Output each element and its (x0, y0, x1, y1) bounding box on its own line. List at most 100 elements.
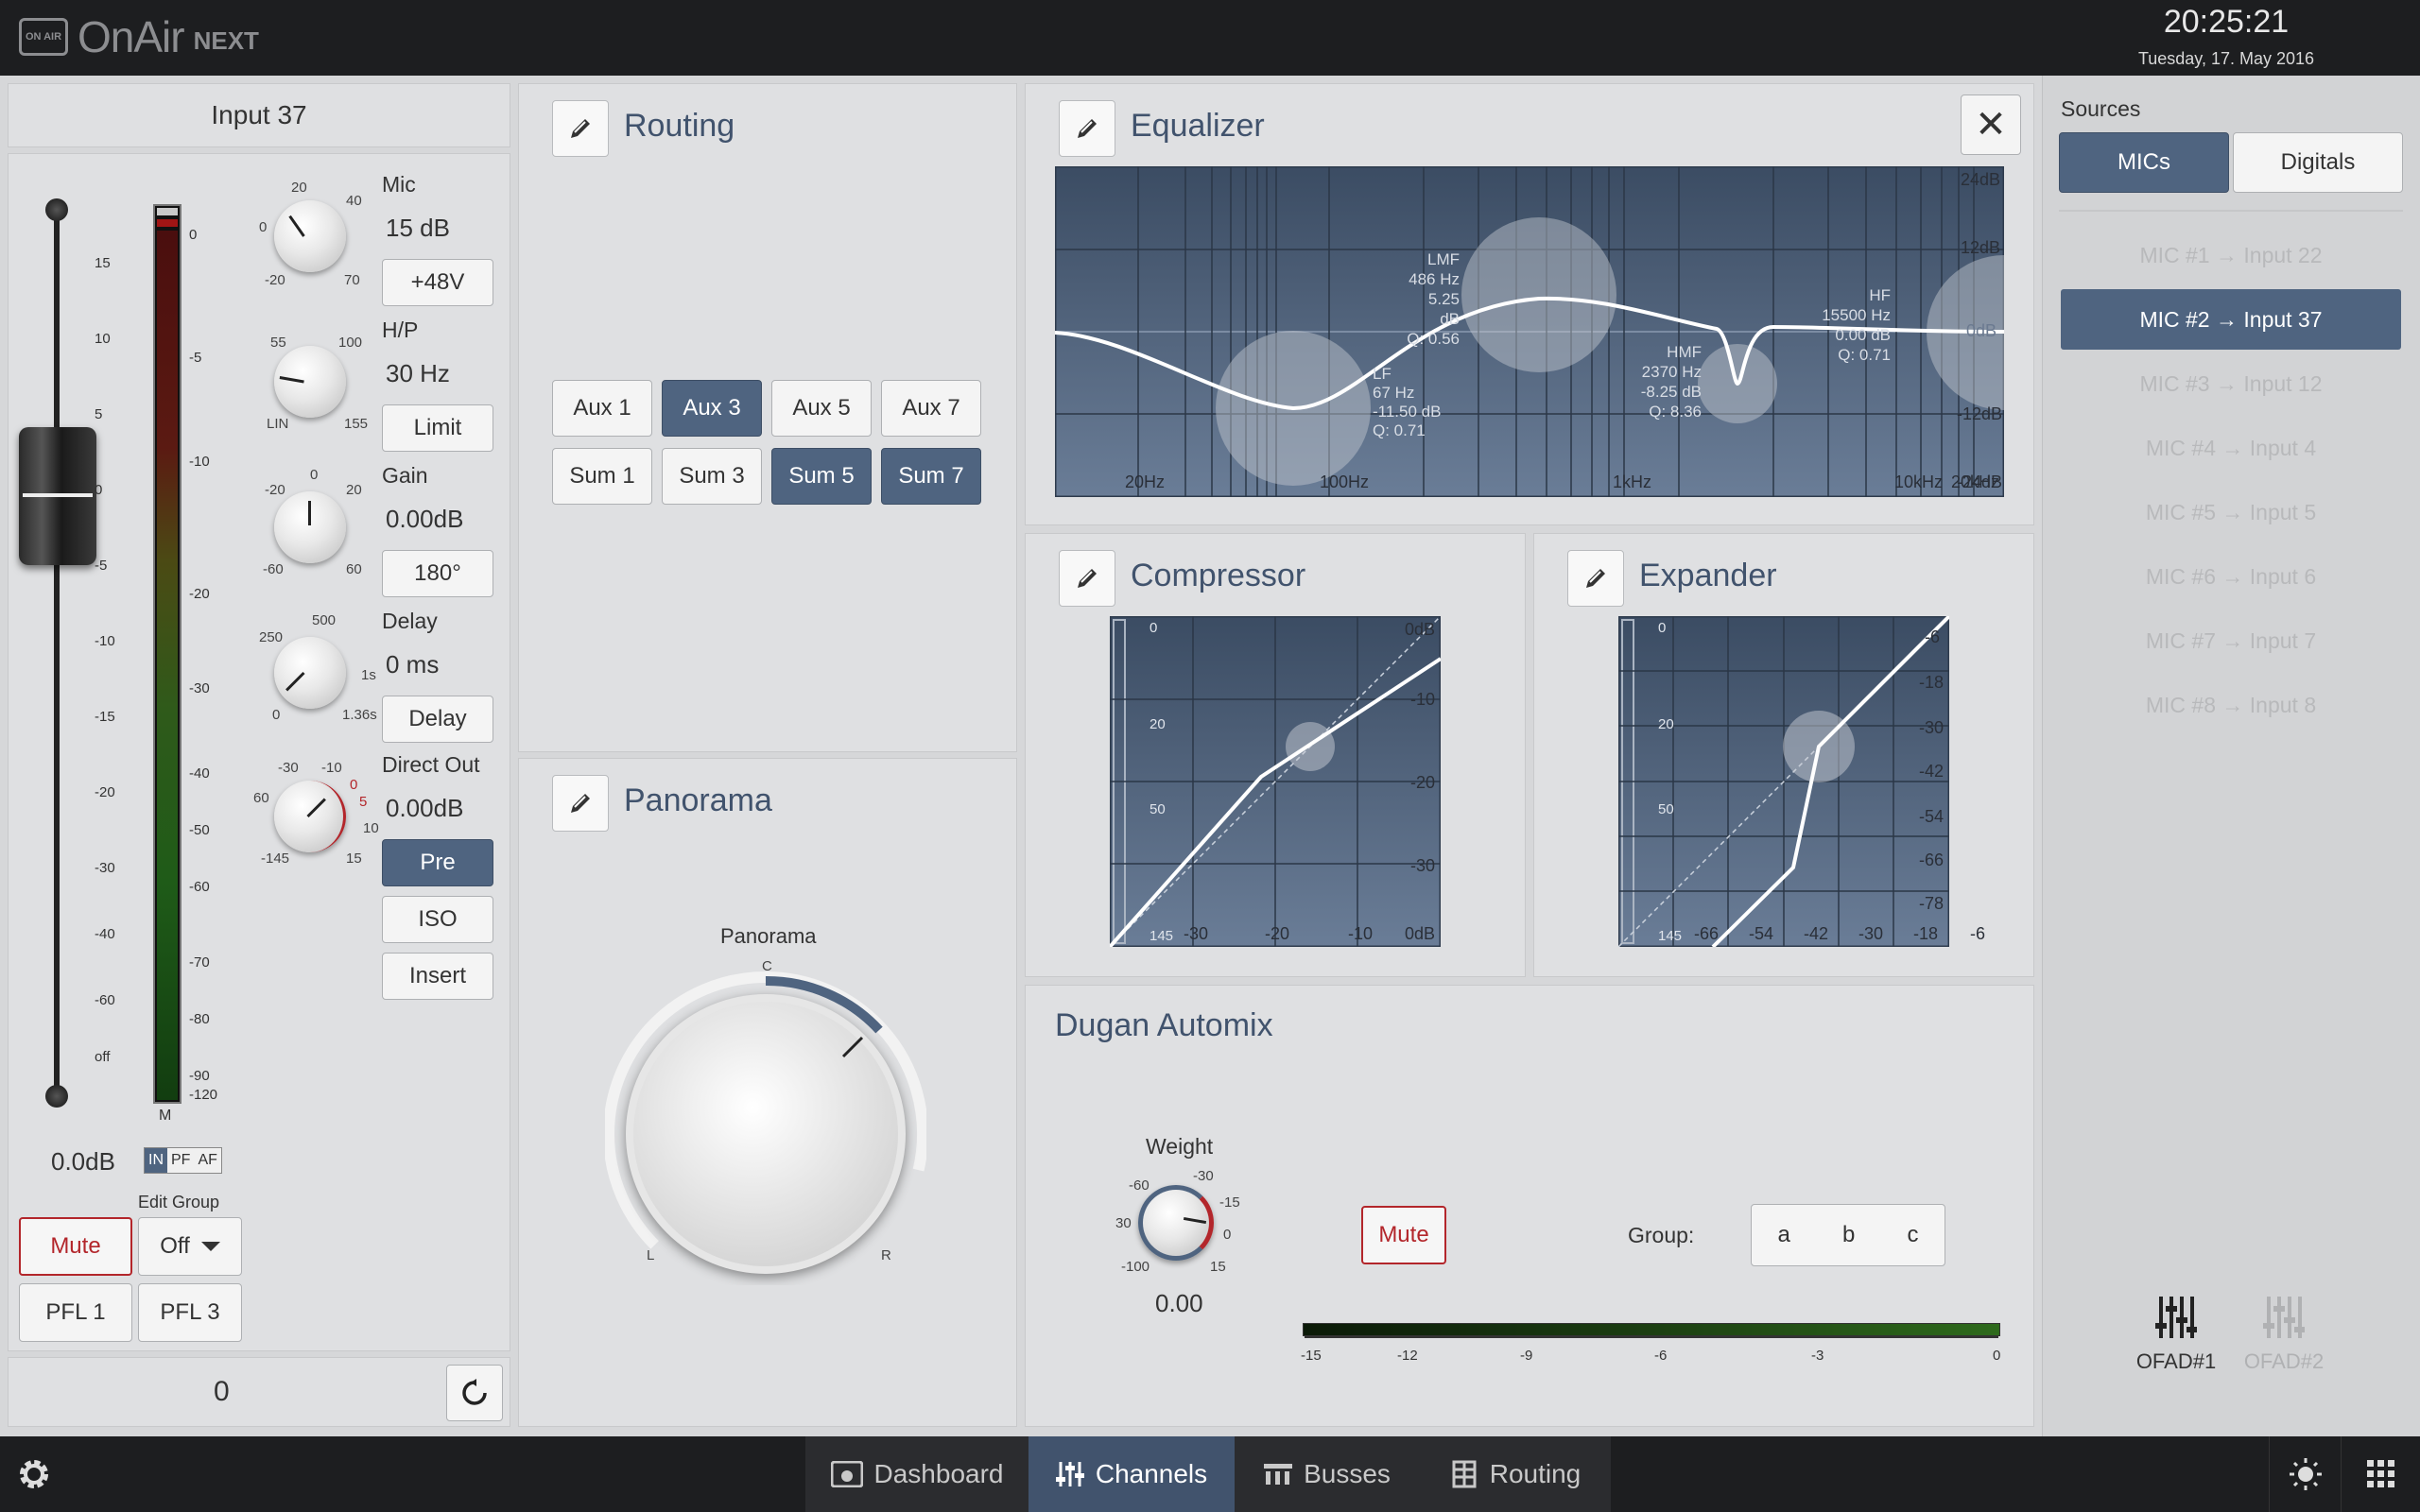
mic-tick: 0 (259, 219, 268, 235)
eq-band-hmf-info[interactable]: HMF 2370 Hz -8.25 dB Q: 8.36 (1634, 342, 1702, 421)
tab-routing[interactable]: Routing (1420, 1436, 1611, 1512)
routing-edit-button[interactable] (552, 100, 609, 157)
iso-button[interactable]: ISO (382, 896, 493, 943)
meter-mode-group[interactable]: IN PF AF (144, 1147, 222, 1174)
limit-button[interactable]: Limit (382, 404, 493, 452)
fader-scale-label: 10 (95, 331, 111, 347)
direct-out-knob[interactable] (274, 781, 346, 852)
source-item[interactable]: MIC #7 → Input 7 (2061, 610, 2401, 671)
weight-knob[interactable] (1138, 1185, 1214, 1261)
meter-scale-label: -50 (189, 822, 210, 838)
hp-tick: 100 (338, 335, 363, 351)
settings-button[interactable] (0, 1436, 68, 1512)
fader-scale: 15 10 5 0 -5 -10 -15 -20 -30 -40 -60 off (95, 236, 142, 1068)
edit-group-select[interactable]: Off (138, 1217, 242, 1276)
expander-bottom-scale: -30 (1858, 924, 1884, 943)
compressor-title: Compressor (1131, 558, 1306, 593)
sources-title: Sources (2061, 96, 2141, 121)
insert-button[interactable]: Insert (382, 953, 493, 1000)
routing-sum1-button[interactable]: Sum 1 (552, 448, 652, 505)
source-item[interactable]: MIC #6 → Input 6 (2061, 546, 2401, 607)
source-item[interactable]: MIC #4 → Input 4 (2061, 418, 2401, 478)
delay-button[interactable]: Delay (382, 696, 493, 743)
routing-sum5-button[interactable]: Sum 5 (771, 448, 872, 505)
source-item[interactable]: MIC #2 → Input 37 (2061, 289, 2401, 350)
busses-icon (1264, 1464, 1293, 1485)
group-c-option[interactable]: c (1907, 1222, 1918, 1248)
fader-value: 0.0dB (51, 1147, 115, 1176)
phase-180-button[interactable]: 180° (382, 550, 493, 597)
source-item[interactable]: MIC #5 → Input 5 (2061, 482, 2401, 542)
compressor-left-scale: 0 (1150, 620, 1158, 636)
expander-edit-button[interactable] (1567, 550, 1624, 607)
mic-tick: 40 (346, 193, 362, 209)
pfl3-button[interactable]: PFL 3 (138, 1283, 242, 1342)
eq-band-lf-info[interactable]: LF 67 Hz -11.50 dB Q: 0.71 (1373, 365, 1441, 440)
panorama-title: Panorama (624, 782, 772, 818)
sources-tab-mics[interactable]: MICs (2059, 132, 2229, 193)
channel-mute-button[interactable]: Mute (19, 1217, 132, 1276)
reset-button[interactable] (446, 1365, 503, 1421)
phantom-48v-button[interactable]: +48V (382, 259, 493, 306)
compressor-graph[interactable] (1110, 616, 1441, 947)
pre-button[interactable]: Pre (382, 839, 493, 886)
routing-aux1-button[interactable]: Aux 1 (552, 380, 652, 437)
meter-mode-pf[interactable]: PF (167, 1148, 194, 1173)
fader-track[interactable] (54, 206, 60, 1094)
equalizer-edit-button[interactable] (1059, 100, 1115, 157)
compressor-edit-button[interactable] (1059, 550, 1115, 607)
delay-tick: 500 (312, 612, 337, 628)
hp-tick: 155 (344, 416, 369, 432)
meter-mode-in[interactable]: IN (145, 1148, 167, 1173)
meter-scale-label: -60 (189, 879, 210, 895)
gain-knob[interactable] (274, 491, 346, 563)
meter-mode-af[interactable]: AF (194, 1148, 220, 1173)
routing-sum3-button[interactable]: Sum 3 (662, 448, 762, 505)
panorama-tick-l: L (647, 1247, 655, 1263)
tab-dashboard[interactable]: Dashboard (805, 1436, 1028, 1512)
ofad2-button[interactable]: OFAD#2 (2243, 1295, 2325, 1389)
mic-knob[interactable] (274, 200, 346, 272)
hp-knob[interactable] (274, 346, 346, 418)
gain-value: 0.00dB (386, 505, 464, 533)
expander-graph[interactable] (1618, 616, 1949, 947)
delay-tick: 1s (361, 667, 376, 683)
sources-tab-digitals[interactable]: Digitals (2233, 132, 2403, 193)
sun-icon (2289, 1458, 2322, 1490)
delay-knob[interactable] (274, 637, 346, 709)
eq-x-label: 20kHz (1951, 472, 2000, 491)
ofad2-label: OFAD#2 (2243, 1349, 2325, 1373)
automix-mute-button[interactable]: Mute (1361, 1206, 1446, 1264)
group-selector[interactable]: a b c (1751, 1204, 1945, 1266)
panorama-knob[interactable] (605, 964, 926, 1285)
fader-handle[interactable] (19, 427, 96, 565)
source-item[interactable]: MIC #1 → Input 22 (2061, 225, 2401, 285)
brightness-button[interactable] (2269, 1436, 2341, 1512)
meter-label: M (159, 1108, 172, 1124)
expander-right-scale: -6 (1925, 627, 1941, 646)
expander-right-scale: -66 (1919, 850, 1945, 869)
eq-band-lmf-info[interactable]: LMF 486 Hz 5.25 dB Q: 0.56 (1405, 249, 1460, 349)
source-item[interactable]: MIC #8 → Input 8 (2061, 675, 2401, 735)
panorama-knob-label: Panorama (720, 924, 817, 948)
close-button[interactable]: ✕ (1961, 94, 2021, 155)
tab-busses[interactable]: Busses (1235, 1436, 1420, 1512)
group-a-option[interactable]: a (1778, 1222, 1790, 1248)
eq-y-label: 24dB (1961, 170, 2001, 189)
automix-meter-tick: 0 (1993, 1348, 2001, 1364)
source-item[interactable]: MIC #3 → Input 12 (2061, 353, 2401, 414)
ofad1-button[interactable]: OFAD#1 (2136, 1295, 2216, 1389)
panorama-edit-button[interactable] (552, 775, 609, 832)
routing-sum7-button[interactable]: Sum 7 (881, 448, 981, 505)
routing-aux7-button[interactable]: Aux 7 (881, 380, 981, 437)
direct-out-tick: 15 (346, 850, 362, 867)
eq-band-hf-info[interactable]: HF 15500 Hz 0.00 dB Q: 0.71 (1815, 285, 1891, 365)
tab-channels[interactable]: Channels (1028, 1436, 1235, 1512)
meter-scale-label: -120 (189, 1087, 218, 1103)
weight-tick: -30 (1193, 1168, 1214, 1184)
routing-aux5-button[interactable]: Aux 5 (771, 380, 872, 437)
pfl1-button[interactable]: PFL 1 (19, 1283, 132, 1342)
apps-grid-button[interactable] (2341, 1436, 2420, 1512)
routing-aux3-button[interactable]: Aux 3 (662, 380, 762, 437)
group-b-option[interactable]: b (1842, 1222, 1855, 1248)
